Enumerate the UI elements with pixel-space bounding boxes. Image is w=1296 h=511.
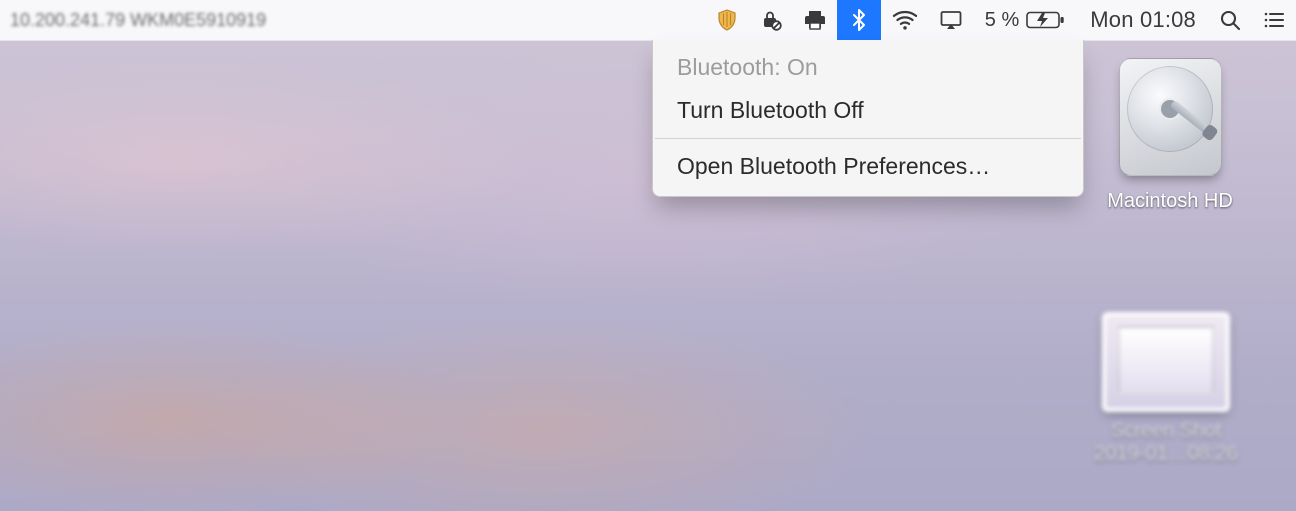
desktop-icon-label: Screen Shot 2019-01…08:26 [1086,420,1246,466]
screenshot-thumbnail-icon [1102,312,1230,412]
shield-icon[interactable] [705,0,749,40]
desktop-icon-screenshot[interactable]: Screen Shot 2019-01…08:26 [1086,312,1246,466]
battery-percent-label: 5 % [985,9,1019,32]
clock[interactable]: Mon 01:08 [1078,0,1208,40]
desktop[interactable]: 10.200.241.79 WKM0E5910919 [0,0,1296,511]
wifi-icon[interactable] [881,0,929,40]
menubar-right: 5 % Mon 01:08 [705,0,1296,40]
airplay-icon[interactable] [929,0,973,40]
spotlight-icon[interactable] [1208,0,1252,40]
menu-bar: 10.200.241.79 WKM0E5910919 [0,0,1296,41]
battery-status[interactable]: 5 % [973,0,1078,40]
lock-blocked-icon[interactable] [749,0,793,40]
desktop-icon-macintosh-hd[interactable]: Macintosh HD [1090,52,1250,213]
bluetooth-preferences-item[interactable]: Open Bluetooth Preferences… [653,145,1083,188]
battery-charging-icon [1026,10,1066,30]
menubar-left-text: 10.200.241.79 WKM0E5910919 [0,10,276,31]
printer-icon[interactable] [793,0,837,40]
hard-drive-icon [1113,52,1228,182]
bluetooth-menu: Bluetooth: On Turn Bluetooth Off Open Bl… [652,40,1084,197]
notification-center-icon[interactable] [1252,0,1296,40]
bluetooth-icon[interactable] [837,0,881,40]
bluetooth-toggle-item[interactable]: Turn Bluetooth Off [653,89,1083,132]
bluetooth-status-item: Bluetooth: On [653,46,1083,89]
menu-separator [655,138,1081,139]
desktop-icon-label: Macintosh HD [1107,190,1233,213]
clock-text: Mon 01:08 [1090,7,1196,33]
